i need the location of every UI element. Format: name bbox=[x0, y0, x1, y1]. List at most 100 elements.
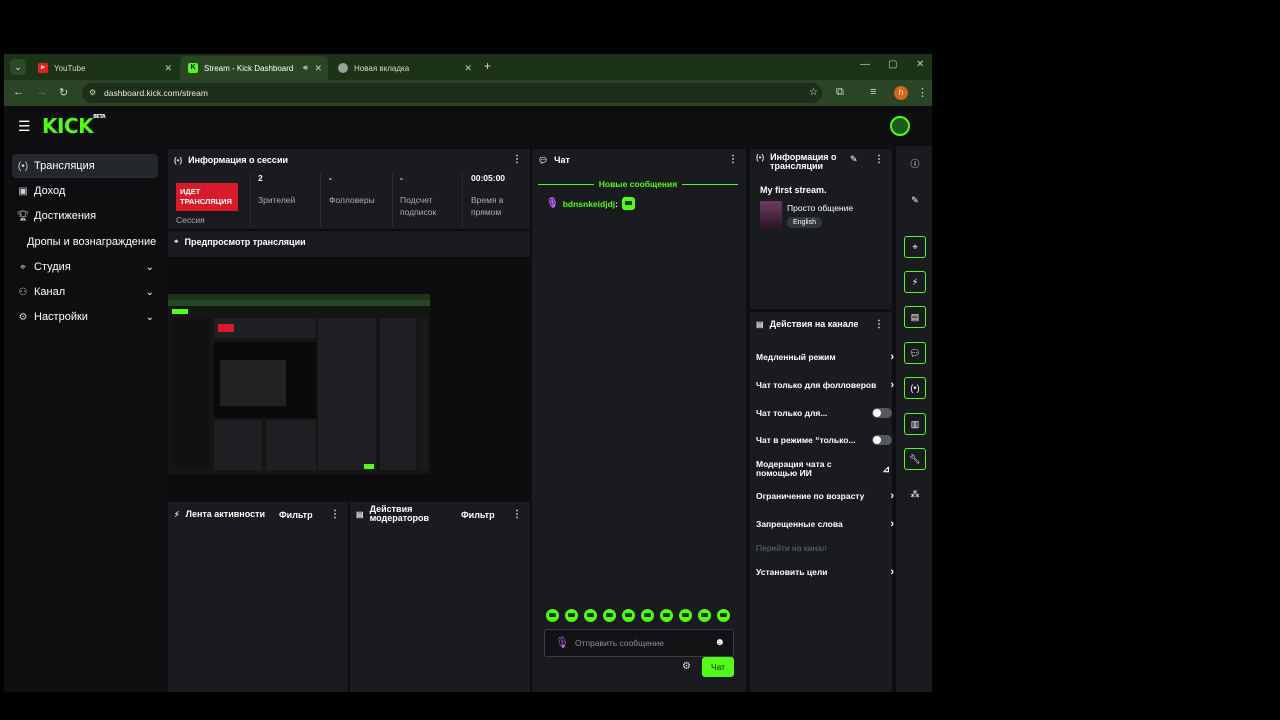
panel-title: Действия модераторов bbox=[369, 504, 430, 523]
beta-badge: BETA bbox=[93, 114, 106, 120]
send-chat-button[interactable]: Чат bbox=[702, 657, 734, 677]
emote-icon[interactable] bbox=[565, 609, 578, 622]
extensions-icon[interactable]: ⧉ bbox=[836, 86, 844, 99]
stat-live-time: 00:05:00 Время в прямом bbox=[471, 173, 529, 218]
more-options-icon[interactable]: ⋮ bbox=[874, 154, 884, 165]
edit-pencil-icon[interactable]: ✎ bbox=[904, 190, 926, 212]
emote-icon[interactable] bbox=[660, 609, 673, 622]
wrench-icon[interactable]: 🔧︎ bbox=[904, 448, 926, 470]
user-avatar[interactable] bbox=[890, 116, 910, 136]
sidebar-item-achievements[interactable]: 🏆︎ Достижения bbox=[12, 204, 158, 228]
action-go-to-channel[interactable]: Перейти на канал bbox=[756, 537, 890, 559]
clipboard-icon: ▤ bbox=[356, 509, 364, 519]
add-widget-icon[interactable]: ⁂ bbox=[904, 484, 926, 506]
close-icon[interactable]: ✕ bbox=[164, 63, 172, 74]
more-options-icon[interactable]: ⋮ bbox=[728, 154, 738, 165]
close-window-icon[interactable]: ✕ bbox=[916, 59, 924, 70]
close-icon[interactable]: ✕ bbox=[464, 63, 472, 74]
stream-info-icon[interactable]: ▥ bbox=[904, 413, 926, 435]
chevron-down-icon: ⌄ bbox=[145, 261, 154, 273]
chevron-down-icon: ⌄ bbox=[145, 311, 154, 323]
emote-icon[interactable] bbox=[641, 609, 654, 622]
tab-label: YouTube bbox=[54, 63, 86, 73]
emote-icon[interactable] bbox=[698, 609, 711, 622]
emote-icon[interactable] bbox=[621, 197, 635, 210]
chat-bubble-icon[interactable]: 💬︎ bbox=[904, 342, 926, 364]
sidebar-item-studio[interactable]: ⌖ Студия ⌄ bbox=[12, 255, 158, 279]
panel-title: Чат bbox=[554, 155, 570, 165]
sidebar-item-channel[interactable]: ⚇ Канал ⌄ bbox=[12, 280, 158, 304]
emote-icon[interactable] bbox=[546, 609, 559, 622]
gear-icon: ⚙ bbox=[18, 311, 28, 323]
bookmark-star-icon[interactable]: ☆ bbox=[809, 83, 818, 103]
emote-icon[interactable] bbox=[603, 609, 616, 622]
stream-title: My first stream. bbox=[760, 185, 827, 195]
tab-youtube[interactable]: ▸ YouTube ✕ bbox=[30, 56, 178, 80]
minimize-icon[interactable]: — bbox=[860, 59, 870, 70]
speaker-icon[interactable]: 🔊︎ bbox=[303, 63, 308, 73]
panel-header: (•) Информация о сессии bbox=[168, 149, 530, 171]
toggle-switch[interactable] bbox=[872, 408, 892, 418]
tab-kick-dashboard[interactable]: K Stream - Kick Dashboard 🔊︎ ✕ bbox=[180, 56, 328, 80]
panel-title: Действия на канале bbox=[769, 319, 859, 329]
preview-icon[interactable]: ⌖ bbox=[904, 236, 926, 258]
emote-icon[interactable] bbox=[717, 609, 730, 622]
close-icon[interactable]: ✕ bbox=[314, 63, 322, 74]
lightning-icon[interactable]: ⚡︎ bbox=[904, 271, 926, 293]
sidebar-item-settings[interactable]: ⚙ Настройки ⌄ bbox=[12, 305, 158, 329]
chat-placeholder: Отправить сообщение bbox=[575, 638, 664, 648]
broadcast-icon[interactable]: (•) bbox=[904, 377, 926, 399]
tab-search-icon[interactable]: ⌄ bbox=[10, 59, 26, 75]
action-banned-words[interactable]: Запрещенные слова › bbox=[756, 513, 894, 535]
maximize-icon[interactable]: ▢ bbox=[888, 59, 897, 70]
back-icon[interactable]: ← bbox=[13, 86, 24, 98]
menu-dots-icon[interactable]: ⋮ bbox=[917, 86, 928, 99]
profile-avatar[interactable]: h bbox=[894, 86, 908, 100]
preview-video[interactable] bbox=[168, 257, 530, 499]
action-label: Модерация чата с помощью ИИ bbox=[756, 459, 832, 478]
tab-new-tab[interactable]: Новая вкладка ✕ bbox=[330, 56, 478, 80]
action-subscribers-only[interactable]: Чат только для... bbox=[756, 402, 892, 424]
clipboard-icon[interactable]: ▤ bbox=[904, 306, 926, 328]
filter-button[interactable]: Фильтр bbox=[461, 510, 495, 520]
filter-button[interactable]: Фильтр bbox=[279, 510, 313, 520]
edit-pencil-icon[interactable]: ✎ bbox=[850, 154, 858, 165]
action-age-restriction[interactable]: Ограничение по возрасту › bbox=[756, 485, 894, 507]
new-tab-icon[interactable]: + bbox=[484, 59, 491, 73]
action-set-goals[interactable]: Установить цели › bbox=[756, 561, 894, 583]
action-ai-moderation[interactable]: Модерация чата с помощью ИИ ⊿ bbox=[756, 456, 890, 482]
site-settings-icon[interactable]: ⚙ bbox=[89, 83, 96, 103]
emote-icon[interactable] bbox=[584, 609, 597, 622]
reload-icon[interactable]: ↻ bbox=[59, 86, 68, 99]
more-options-icon[interactable]: ⋮ bbox=[330, 509, 340, 520]
sidebar-item-label: Трансляция bbox=[34, 160, 95, 172]
more-options-icon[interactable]: ⋮ bbox=[512, 154, 522, 165]
info-icon[interactable]: ⓘ bbox=[904, 154, 926, 176]
emote-icon[interactable] bbox=[622, 609, 635, 622]
action-emote-only[interactable]: Чат в режиме “только... bbox=[756, 429, 892, 451]
sidebar-item-label: Канал bbox=[34, 286, 66, 298]
sidebar-item-income[interactable]: ▣ Доход bbox=[12, 179, 158, 203]
sidebar-item-drops[interactable]: Дропы и вознаграждение bbox=[27, 230, 167, 254]
kick-logo[interactable]: KICKBETA bbox=[42, 114, 106, 138]
chat-username[interactable]: bdnsnkeidjdj bbox=[563, 199, 615, 209]
more-options-icon[interactable]: ⋮ bbox=[874, 319, 884, 330]
preview-thumbnail bbox=[168, 294, 430, 474]
forward-icon[interactable]: → bbox=[36, 86, 47, 98]
more-options-icon[interactable]: ⋮ bbox=[512, 509, 522, 520]
panel-header: ⌖ Предпросмотр трансляции bbox=[168, 231, 530, 253]
divider-line bbox=[538, 184, 594, 185]
toggle-switch[interactable] bbox=[872, 435, 892, 445]
stat-label: Подсчет подписок bbox=[400, 195, 437, 217]
action-followers-only[interactable]: Чат только для фолловеров › bbox=[756, 374, 894, 396]
sidebar-item-broadcast[interactable]: (•) Трансляция bbox=[12, 154, 158, 178]
chat-message-input[interactable]: 🎙︎ Отправить сообщение ☻ bbox=[544, 629, 734, 657]
media-icon[interactable]: ≡ bbox=[870, 86, 876, 98]
emoji-icon[interactable]: ☻ bbox=[714, 630, 725, 656]
emote-icon[interactable] bbox=[679, 609, 692, 622]
address-bar[interactable]: ⚙ dashboard.kick.com/stream ☆ bbox=[82, 83, 822, 103]
action-slow-mode[interactable]: Медленный режим › bbox=[756, 346, 894, 368]
hamburger-menu-icon[interactable]: ☰ bbox=[18, 118, 31, 135]
channel-actions-panel: ▤ Действия на канале ⋮ Медленный режим ›… bbox=[750, 312, 894, 692]
chat-settings-icon[interactable]: ⚙ bbox=[682, 661, 691, 672]
